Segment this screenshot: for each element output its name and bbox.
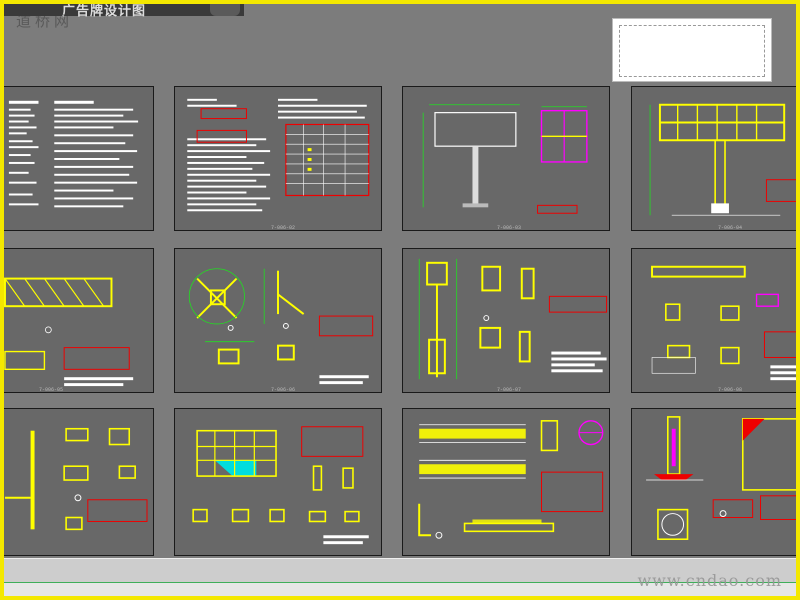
sheet-8-drawing xyxy=(651,265,796,381)
sheet-5-label: 7-006-05 xyxy=(39,387,64,393)
drawing-sheet-2[interactable]: 7-006-02 xyxy=(174,86,382,231)
drawing-sheet-10[interactable] xyxy=(174,408,382,556)
sheet-6-drawing xyxy=(188,268,374,385)
sheet-3-drawing xyxy=(422,104,588,214)
sheet-5-drawing xyxy=(4,277,134,387)
sheet-7-label: 7-006-07 xyxy=(497,387,522,393)
drawing-sheet-3[interactable]: 7-006-03 xyxy=(402,86,610,231)
drawing-sheet-4[interactable]: 7-006-04 xyxy=(631,86,796,231)
sheet-12-drawing xyxy=(646,416,796,541)
sheet-3-label: 7-006-03 xyxy=(497,225,522,231)
drawing-sheet-6[interactable]: 7-006-06 xyxy=(174,248,382,393)
sheet-2-drawing xyxy=(187,98,370,212)
window-title: 广告牌设计图 xyxy=(62,4,147,19)
drawing-sheet-9[interactable] xyxy=(4,408,154,556)
sheet-7-drawing xyxy=(418,258,608,380)
sheet-2-label: 7-006-02 xyxy=(271,225,296,231)
drawing-sheet-7[interactable]: 7-006-07 xyxy=(402,248,610,393)
drawing-sheet-11[interactable] xyxy=(402,408,610,556)
viewcube-frame xyxy=(619,25,765,77)
drawing-sheet-12[interactable] xyxy=(631,408,796,556)
sheet-1-drawing xyxy=(8,100,139,208)
sheet-4-label: 7-006-04 xyxy=(718,225,743,231)
tab-close-area[interactable] xyxy=(210,4,240,16)
sheet-9-drawing xyxy=(4,427,148,531)
sheet-4-drawing xyxy=(649,103,796,216)
sheet-11-drawing xyxy=(418,420,604,539)
drawing-sheet-1[interactable] xyxy=(4,86,154,231)
drawing-canvas[interactable]: 广告牌设计图 道桥网 7-006-02 7-006-03 7-006-04 7-… xyxy=(4,4,796,596)
sheet-6-label: 7-006-06 xyxy=(271,387,296,393)
drawing-sheet-8[interactable]: 7-006-08 xyxy=(631,248,796,393)
watermark-bottom: www.cndao.com xyxy=(637,571,782,590)
drawing-sheet-5[interactable]: 7-006-05 xyxy=(4,248,154,393)
watermark-top: 道桥网 xyxy=(16,12,74,30)
viewcube-panel[interactable] xyxy=(612,18,772,82)
sheet-8-label: 7-006-08 xyxy=(718,387,743,393)
sheet-10-drawing xyxy=(192,426,369,545)
